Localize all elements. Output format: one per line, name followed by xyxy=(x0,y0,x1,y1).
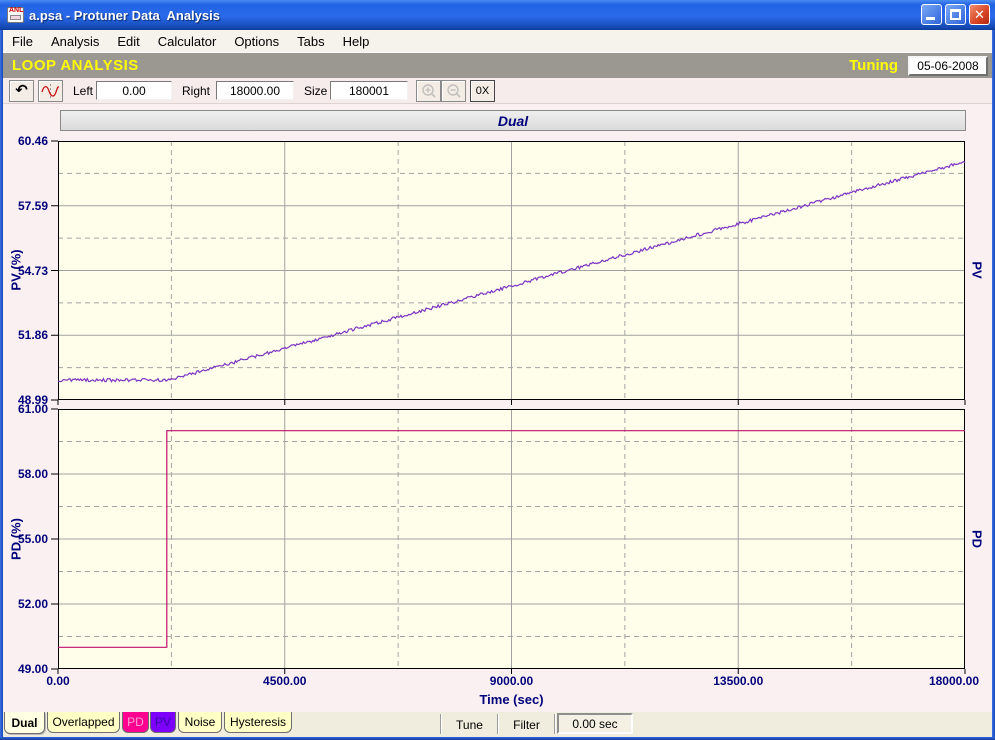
pv-right-axis-title: PV xyxy=(969,261,985,279)
xtick: 4500.00 xyxy=(263,674,307,688)
close-icon: ✕ xyxy=(974,7,985,22)
xtick: 0.00 xyxy=(46,674,70,688)
x-axis-labels: 0.00 4500.00 9000.00 13500.00 18000.00 xyxy=(46,674,979,688)
separator xyxy=(554,714,556,734)
pd-y-axis-title: PD (%) xyxy=(8,518,24,560)
chart-title-bar: Dual xyxy=(60,110,966,131)
bottom-tab-bar: Dual Overlapped PD PV Noise Hysteresis T… xyxy=(3,712,992,737)
tab-overlapped[interactable]: Overlapped xyxy=(47,712,120,733)
maximize-icon xyxy=(950,9,961,20)
window-title: a.psa - Protuner Data Analysis xyxy=(29,7,220,23)
size-input[interactable] xyxy=(330,81,408,100)
pv-chart-plot[interactable] xyxy=(51,140,966,405)
zoom-out-button[interactable] xyxy=(441,80,466,102)
zoom-in-icon xyxy=(421,84,436,98)
maximize-button[interactable] xyxy=(945,4,966,25)
pv-ytick: 51.86 xyxy=(17,328,48,343)
tab-dual[interactable]: Dual xyxy=(4,712,45,734)
menu-file[interactable]: File xyxy=(3,32,42,51)
zoom-in-button[interactable] xyxy=(416,80,441,102)
date-display: 05-06-2008 xyxy=(908,55,988,76)
undo-arrow-icon: ↶ xyxy=(15,82,28,99)
app-icon[interactable]: ANL xyxy=(7,7,24,23)
x-axis-title: Time (sec) xyxy=(479,692,544,707)
trend-button[interactable] xyxy=(38,80,63,102)
pd-chart-plot[interactable] xyxy=(51,408,966,674)
filter-value-box: 0.00 sec xyxy=(557,713,633,734)
tab-hysteresis[interactable]: Hysteresis xyxy=(224,712,292,733)
page-title: LOOP ANALYSIS xyxy=(12,57,139,74)
tune-button[interactable]: Tune xyxy=(442,712,497,737)
zoom-out-icon xyxy=(446,84,461,98)
menu-calculator[interactable]: Calculator xyxy=(149,32,226,51)
pd-ytick: 61.00 xyxy=(17,402,48,416)
tab-pv[interactable]: PV xyxy=(150,712,176,733)
size-label: Size xyxy=(304,84,328,98)
toolbar: ↶ Left Right Size xyxy=(3,78,992,104)
minimize-button[interactable] xyxy=(921,4,942,25)
trend-curve-icon xyxy=(41,84,60,98)
pd-ytick: 58.00 xyxy=(17,467,48,481)
tab-noise[interactable]: Noise xyxy=(178,712,222,733)
menu-help[interactable]: Help xyxy=(334,32,379,51)
chart-title: Dual xyxy=(497,112,529,129)
menu-analysis[interactable]: Analysis xyxy=(42,32,108,51)
window-border-left xyxy=(0,30,3,740)
menu-options[interactable]: Options xyxy=(225,32,288,51)
pv-ytick: 60.46 xyxy=(17,134,48,148)
loop-analysis-header: LOOP ANALYSIS Tuning 05-06-2008 xyxy=(3,53,992,78)
pd-ytick: 49.00 xyxy=(17,662,48,676)
filter-button[interactable]: Filter xyxy=(499,712,554,737)
menu-bar: File Analysis Edit Calculator Options Ta… xyxy=(3,30,992,53)
app-icon-window-shape xyxy=(10,15,21,20)
right-label: Right xyxy=(182,84,211,98)
menu-tabs[interactable]: Tabs xyxy=(288,32,333,51)
pv-y-axis-title: PV (%) xyxy=(8,249,24,291)
pd-right-axis-title: PD xyxy=(969,529,985,549)
pv-ytick: 57.59 xyxy=(17,198,48,213)
menu-edit[interactable]: Edit xyxy=(108,32,148,51)
left-input[interactable] xyxy=(96,81,172,100)
left-label: Left xyxy=(73,84,94,98)
mode-label: Tuning xyxy=(849,57,898,74)
title-bar[interactable]: ANL a.psa - Protuner Data Analysis ✕ xyxy=(0,0,995,30)
tab-pd[interactable]: PD xyxy=(122,712,149,733)
pd-ytick: 52.00 xyxy=(17,597,48,611)
app-icon-text: ANL xyxy=(9,7,24,14)
protuner-window: ANL a.psa - Protuner Data Analysis ✕ Fil… xyxy=(0,0,995,740)
xtick: 18000.00 xyxy=(928,674,980,688)
reset-zoom-button[interactable]: 0X xyxy=(470,80,495,102)
xtick: 9000.00 xyxy=(489,674,534,688)
xtick: 13500.00 xyxy=(713,674,764,688)
close-button[interactable]: ✕ xyxy=(969,4,990,25)
minimize-icon xyxy=(926,17,935,20)
right-input[interactable] xyxy=(216,81,294,100)
undo-zoom-button[interactable]: ↶ xyxy=(9,80,34,102)
